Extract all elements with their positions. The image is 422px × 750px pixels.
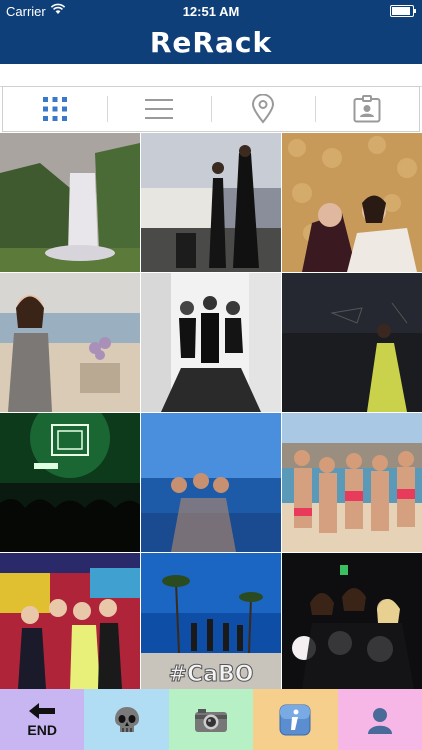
photo-tile[interactable] — [0, 413, 140, 552]
photo-tile[interactable] — [282, 413, 422, 552]
tab-grid-view[interactable] — [3, 87, 107, 131]
status-bar: Carrier 12:51 AM — [0, 0, 422, 22]
photo-tile[interactable] — [141, 413, 281, 552]
list-icon — [145, 99, 173, 119]
view-tabs — [2, 86, 420, 132]
photo-tile[interactable] — [0, 273, 140, 412]
photo-tile[interactable]: #CaBO — [141, 553, 281, 689]
end-button[interactable]: END — [0, 689, 85, 750]
grid-icon — [43, 97, 67, 121]
status-time: 12:51 AM — [182, 4, 240, 19]
bottom-toolbar: END — [0, 689, 422, 750]
search-bar[interactable] — [0, 64, 422, 87]
photo-tile[interactable] — [0, 133, 140, 272]
camera-button[interactable] — [168, 689, 254, 750]
tab-map-view[interactable] — [211, 87, 315, 131]
person-button[interactable] — [337, 689, 422, 750]
profile-badge-icon — [353, 95, 381, 123]
tab-profile-view[interactable] — [315, 87, 419, 131]
person-icon — [367, 707, 392, 734]
end-arrow-icon — [29, 703, 56, 719]
photo-tile[interactable] — [0, 553, 140, 689]
photo-tile[interactable] — [141, 273, 281, 412]
photo-tile[interactable] — [282, 273, 422, 412]
info-button[interactable] — [253, 689, 338, 750]
tab-list-view[interactable] — [107, 87, 211, 131]
end-label: END — [27, 722, 57, 738]
skull-icon — [114, 706, 139, 732]
app-title: ReRack — [149, 26, 273, 59]
svg-text:#CaBO: #CaBO — [169, 662, 254, 687]
photo-tile[interactable] — [282, 133, 422, 272]
photo-tile[interactable] — [141, 133, 281, 272]
info-icon — [279, 704, 311, 735]
photo-tile[interactable] — [282, 553, 422, 689]
skull-button[interactable] — [84, 689, 169, 750]
location-pin-icon — [251, 94, 275, 124]
photo-grid: #CaBO — [0, 133, 422, 689]
battery-icon — [390, 5, 416, 17]
camera-icon — [195, 708, 228, 732]
nav-bar: ReRack — [0, 22, 422, 64]
